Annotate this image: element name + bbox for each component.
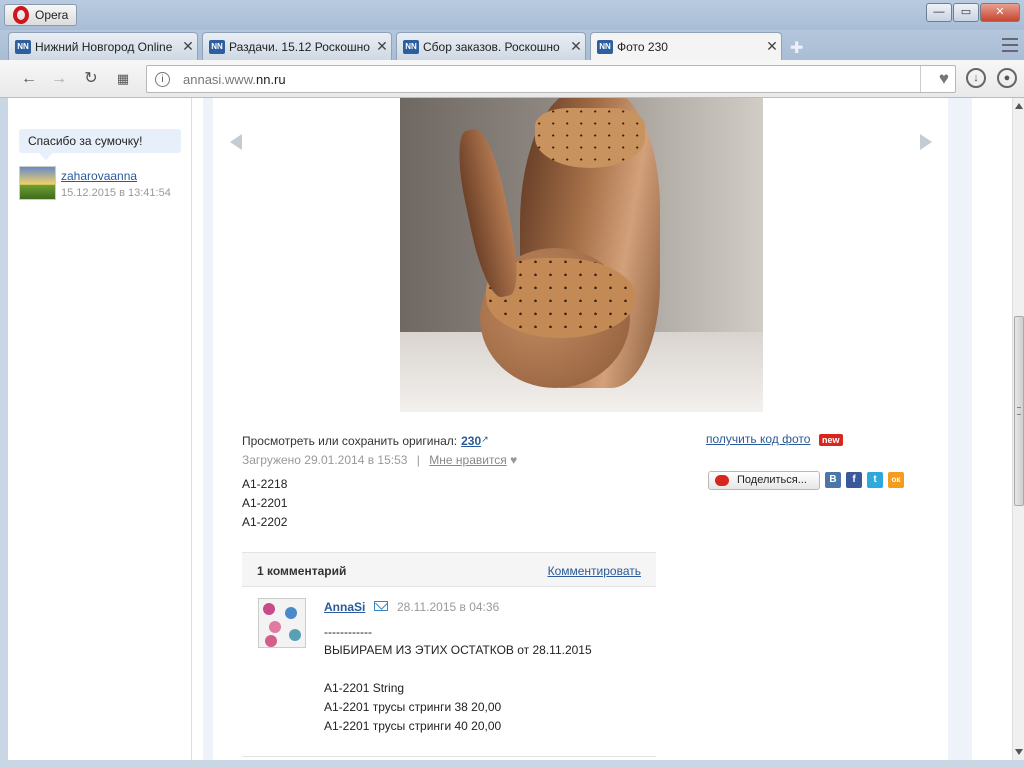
forward-arrow-icon[interactable]: → (48, 68, 70, 90)
back-arrow-icon[interactable]: ← (18, 68, 40, 90)
comment-text-line: A1-2201 трусы стринги 38 20,00 (324, 700, 502, 714)
like-link[interactable]: Мне нравится (429, 453, 507, 467)
opera-menu-button[interactable]: Opera (4, 4, 78, 26)
main-photo[interactable] (400, 98, 763, 412)
photo-code: A1-2218 (242, 477, 288, 491)
nn-favicon-icon: NN (403, 39, 419, 54)
nn-favicon-icon: NN (209, 39, 225, 54)
comment-text-line: ------------ (324, 625, 372, 639)
scrollbar-thumb[interactable] (1014, 316, 1024, 506)
status-bar (0, 760, 1024, 768)
comment-user-link[interactable]: AnnaSi (324, 600, 365, 614)
url-text: annasi.www.nn.ru (183, 72, 286, 87)
close-window-button[interactable]: ✕ (980, 3, 1020, 22)
comment-date: 28.11.2015 в 04:36 (397, 600, 500, 614)
new-tab-icon[interactable]: ✚ (790, 38, 803, 58)
tab-close-icon[interactable]: ✕ (567, 38, 585, 55)
site-info-icon[interactable]: i (155, 72, 170, 87)
tab-nn-online[interactable]: NN Нижний Новгород Online ✕ (8, 32, 198, 60)
share-button[interactable]: Поделиться... (708, 471, 820, 490)
title-bar: Opera — ▭ ✕ (0, 0, 1024, 30)
address-bar: ← → ↻ ▦ i annasi.www.nn.ru ♥ ↓ ● (0, 60, 1024, 98)
reload-icon[interactable]: ↻ (80, 68, 102, 90)
comment-text-line: A1-2201 String (324, 681, 405, 695)
tab-title: Раздачи. 15.12 Роскошно (229, 39, 370, 54)
url-field[interactable]: i annasi.www.nn.ru ♥ (146, 65, 956, 93)
original-photo-line: Просмотреть или сохранить оригинал: 230↗ (242, 434, 489, 448)
mail-icon[interactable] (374, 601, 388, 611)
prev-photo-arrow-icon[interactable] (230, 134, 242, 150)
comment-user-avatar[interactable] (258, 598, 306, 648)
scroll-up-arrow-icon[interactable] (1015, 103, 1023, 109)
upload-info: Загружено 29.01.2014 в 15:53 | Мне нрави… (242, 453, 518, 467)
tab-title: Сбор заказов. Роскошно (423, 39, 560, 54)
sidebar-date: 15.12.2015 в 13:41:54 (61, 187, 171, 199)
bookmark-heart-icon[interactable]: ♥ (939, 69, 949, 89)
external-link-icon: ↗ (481, 434, 489, 444)
photo-code: A1-2201 (242, 496, 288, 510)
photo-code: A1-2202 (242, 515, 288, 529)
comments-header: 1 комментарий Комментировать (242, 552, 656, 587)
app-name: Opera (35, 8, 69, 22)
tab-close-icon[interactable]: ✕ (763, 38, 781, 55)
download-icon[interactable]: ↓ (966, 68, 986, 88)
get-photo-code-link[interactable]: получить код фото (706, 432, 810, 446)
minimize-button[interactable]: — (926, 3, 952, 22)
window-controls: — ▭ ✕ (925, 3, 1020, 22)
opera-logo-icon (13, 6, 29, 24)
tab-foto-230[interactable]: NN Фото 230 ✕ (590, 32, 782, 60)
sidebar-message: Спасибо за сумочку! (19, 129, 181, 160)
tab-close-icon[interactable]: ✕ (373, 38, 391, 55)
tab-sbor-zakazov[interactable]: NN Сбор заказов. Роскошно ✕ (396, 32, 586, 60)
facebook-share-icon[interactable]: f (846, 472, 862, 488)
original-photo-link[interactable]: 230 (461, 434, 481, 448)
tab-razdachi[interactable]: NN Раздачи. 15.12 Роскошно ✕ (202, 32, 392, 60)
tab-title: Фото 230 (617, 39, 668, 54)
tab-title: Нижний Новгород Online (35, 39, 173, 54)
speed-dial-grid-icon[interactable]: ▦ (112, 68, 134, 90)
maximize-button[interactable]: ▭ (953, 3, 979, 22)
odnoklassniki-share-icon[interactable]: ок (888, 472, 904, 488)
scroll-down-arrow-icon[interactable] (1015, 749, 1023, 755)
share-icon (715, 475, 729, 486)
next-photo-arrow-icon[interactable] (920, 134, 932, 150)
vk-share-icon[interactable]: B (825, 472, 841, 488)
tab-close-icon[interactable]: ✕ (179, 38, 197, 55)
add-comment-link[interactable]: Комментировать (548, 564, 641, 578)
new-badge: new (819, 434, 843, 446)
tab-menu-icon[interactable] (1002, 38, 1018, 52)
sidebar-user-avatar[interactable] (19, 166, 56, 200)
nn-favicon-icon: NN (597, 39, 613, 54)
heart-icon[interactable]: ♥ (510, 453, 517, 467)
nn-favicon-icon: NN (15, 39, 31, 54)
twitter-share-icon[interactable]: t (867, 472, 883, 488)
comment-text-line: ВЫБИРАЕМ ИЗ ЭТИХ ОСТАТКОВ от 28.11.2015 (324, 643, 592, 657)
comment-text-line: A1-2201 трусы стринги 40 20,00 (324, 719, 502, 733)
sidebar-user-link[interactable]: zaharovaanna (61, 169, 137, 183)
page-content: Спасибо за сумочку! zaharovaanna 15.12.2… (8, 98, 1012, 760)
comments-count: 1 комментарий (257, 564, 347, 578)
account-icon[interactable]: ● (997, 68, 1017, 88)
tab-bar: NN Нижний Новгород Online ✕ NN Раздачи. … (0, 30, 1024, 60)
page-scrollbar[interactable] (1012, 98, 1024, 760)
